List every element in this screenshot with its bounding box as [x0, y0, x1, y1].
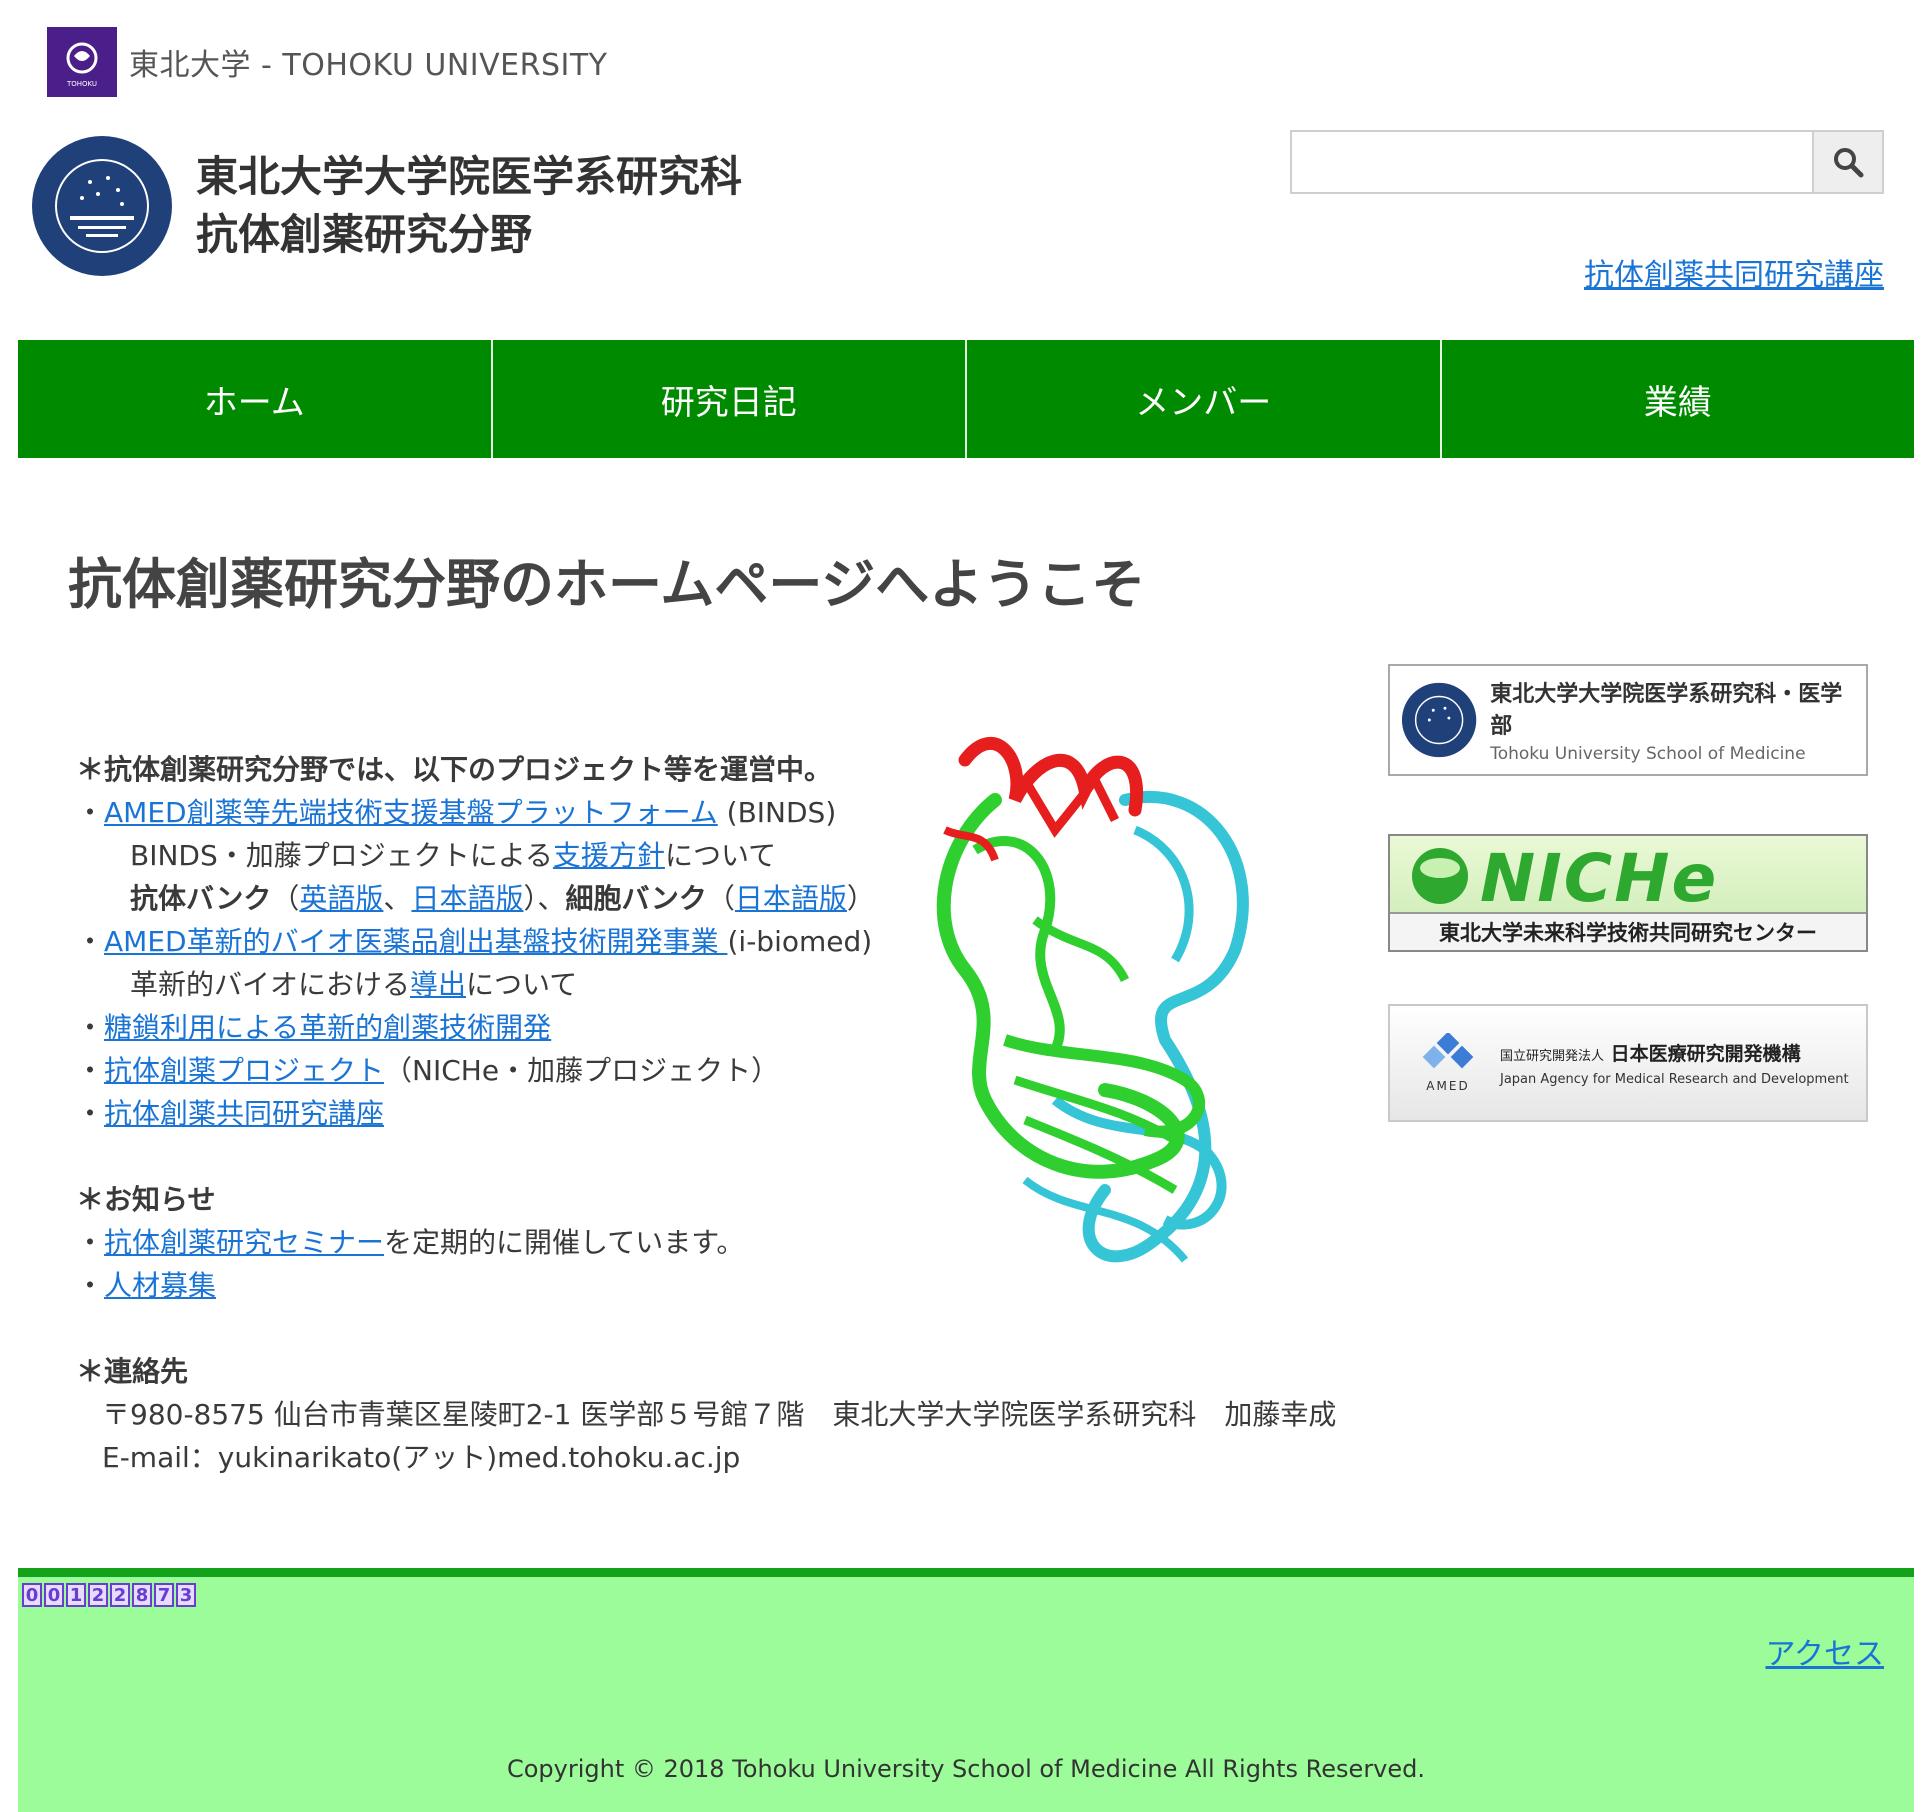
- support-policy-link[interactable]: 支援方針: [553, 839, 665, 872]
- niche-banner-subtitle: 東北大学未来科学技術共同研究センター: [1390, 912, 1866, 950]
- list-item: ・AMED革新的バイオ医薬品創出基盤技術開発事業 (i-biomed): [76, 925, 873, 958]
- cell-bank-japanese-link[interactable]: 日本語版: [735, 882, 847, 915]
- counter-digit: 0: [44, 1583, 64, 1607]
- niche-banner[interactable]: NICHe 東北大学未来科学技術共同研究センター: [1388, 834, 1868, 952]
- antibody-bank-japanese-link[interactable]: 日本語版: [411, 882, 523, 915]
- contact-address: 〒980-8575 仙台市青葉区星陵町2-1 医学部５号館７階 東北大学大学院医…: [102, 1398, 1337, 1431]
- access-link[interactable]: アクセス: [1766, 1629, 1885, 1673]
- search-box: [1290, 130, 1884, 194]
- medicine-seal-logo: [30, 134, 174, 278]
- list-item: ・抗体創薬研究セミナーを定期的に開催しています。: [76, 1226, 745, 1259]
- search-input[interactable]: [1292, 132, 1812, 192]
- page-title: 抗体創薬研究分野のホームページへようこそ: [68, 553, 1146, 616]
- list-item: ・AMED創薬等先端技術支援基盤プラットフォーム (BINDS): [76, 796, 837, 829]
- university-name[interactable]: 東北大学 - TOHOKU UNIVERSITY: [129, 40, 607, 84]
- derivation-link[interactable]: 導出: [410, 968, 466, 1001]
- list-item: BINDS・加藤プロジェクトによる支援方針について: [130, 839, 777, 872]
- list-item: ・糖鎖利用による革新的創薬技術開発: [76, 1011, 552, 1044]
- medicine-banner-subtitle: Tohoku University School of Medicine: [1490, 744, 1806, 764]
- counter-digit: 0: [22, 1583, 42, 1607]
- niche-logo-icon: [1412, 848, 1468, 904]
- recruitment-link[interactable]: 人材募集: [104, 1269, 216, 1302]
- glycan-drug-link[interactable]: 糖鎖利用による革新的創薬技術開発: [104, 1011, 551, 1044]
- list-item: 抗体バンク（英語版、日本語版）、細胞バンク（日本語版）: [130, 882, 875, 915]
- list-item: ・人材募集: [76, 1269, 217, 1302]
- joint-course-link[interactable]: 抗体創薬共同研究講座: [104, 1097, 384, 1130]
- counter-digit: 7: [154, 1583, 174, 1607]
- site-title-line2: 抗体創薬研究分野: [196, 210, 533, 259]
- seminar-link[interactable]: 抗体創薬研究セミナー: [104, 1226, 384, 1259]
- tohoku-university-logo: TOHOKU: [47, 27, 117, 97]
- site-title-line1: 東北大学大学院医学系研究科: [196, 152, 743, 201]
- medicine-banner-title: 東北大学大学院医学系研究科・医学部: [1490, 682, 1843, 739]
- counter-digit: 3: [176, 1583, 196, 1607]
- nav-research-diary[interactable]: 研究日記: [493, 340, 967, 458]
- nav-achievements[interactable]: 業績: [1442, 340, 1915, 458]
- amed-logo-icon: [1422, 1033, 1474, 1069]
- search-icon: [1834, 148, 1864, 178]
- joint-course-link-header[interactable]: 抗体創薬共同研究講座: [1584, 250, 1884, 294]
- binds-link[interactable]: AMED創薬等先端技術支援基盤プラットフォーム: [104, 796, 718, 829]
- university-bar[interactable]: TOHOKU 東北大学 - TOHOKU UNIVERSITY: [47, 27, 607, 97]
- antibody-project-link[interactable]: 抗体創薬プロジェクト: [104, 1054, 384, 1087]
- antibody-bank-english-link[interactable]: 英語版: [299, 882, 383, 915]
- list-item: 革新的バイオにおける導出について: [130, 968, 578, 1001]
- niche-banner-title: NICHe: [1480, 840, 1719, 917]
- svg-text:TOHOKU: TOHOKU: [66, 80, 97, 88]
- medicine-seal-icon: [1401, 682, 1477, 758]
- nav-members[interactable]: メンバー: [967, 340, 1442, 458]
- amed-logo-label: AMED: [1426, 1079, 1470, 1093]
- medicine-school-banner[interactable]: 東北大学大学院医学系研究科・医学部 Tohoku University Scho…: [1388, 664, 1868, 776]
- antibody-structure-image: [905, 720, 1305, 1290]
- contact-email: E-mail：yukinarikato(アット)med.tohoku.ac.jp: [102, 1441, 741, 1474]
- projects-heading: ＊抗体創薬研究分野では、以下のプロジェクト等を運営中。: [76, 753, 833, 786]
- search-button[interactable]: [1812, 132, 1882, 192]
- main-nav: ホーム 研究日記 メンバー 業績: [18, 340, 1914, 458]
- counter-digit: 1: [66, 1583, 86, 1607]
- amed-logo: AMED: [1408, 1033, 1488, 1093]
- counter-digit: 2: [88, 1583, 108, 1607]
- amed-banner-title: 国立研究開発法人 日本医療研究開発機構: [1500, 1043, 1801, 1065]
- list-item: ・抗体創薬共同研究講座: [76, 1097, 385, 1130]
- amed-banner-subtitle: Japan Agency for Medical Research and De…: [1500, 1072, 1849, 1087]
- visitor-counter: 0 0 1 2 2 8 7 3: [22, 1583, 196, 1607]
- list-item: ・抗体創薬プロジェクト（NICHe・加藤プロジェクト）: [76, 1054, 780, 1087]
- contact-heading: ＊連絡先: [76, 1355, 189, 1388]
- copyright: Copyright © 2018 Tohoku University Schoo…: [506, 1755, 1426, 1783]
- news-heading: ＊お知らせ: [76, 1183, 216, 1216]
- ibiomed-link[interactable]: AMED革新的バイオ医薬品創出基盤技術開発事業: [104, 925, 727, 958]
- footer: 0 0 1 2 2 8 7 3 アクセス Copyright © 2018 To…: [18, 1568, 1914, 1812]
- amed-banner[interactable]: AMED 国立研究開発法人 日本医療研究開発機構 Japan Agency fo…: [1388, 1004, 1868, 1122]
- counter-digit: 8: [132, 1583, 152, 1607]
- nav-home[interactable]: ホーム: [18, 340, 493, 458]
- site-title: 東北大学大学院医学系研究科 抗体創薬研究分野: [196, 148, 742, 264]
- counter-digit: 2: [110, 1583, 130, 1607]
- main-content: ＊抗体創薬研究分野では、以下のプロジェクト等を運営中。 ・AMED創薬等先端技術…: [76, 748, 1337, 1479]
